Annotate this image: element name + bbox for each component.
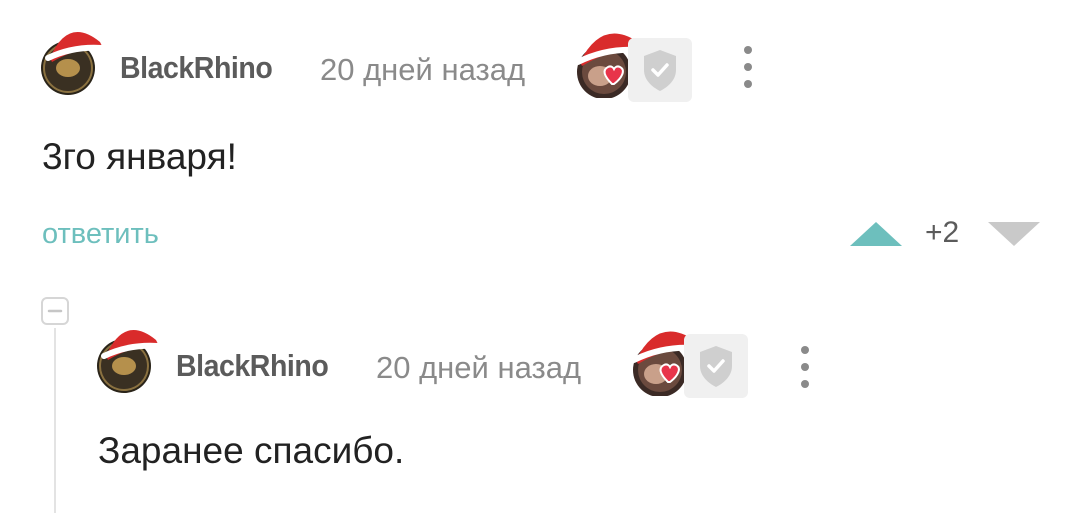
author-avatar[interactable] [94,316,174,396]
shield-check-icon[interactable] [684,334,748,398]
triangle-up-icon[interactable] [848,220,904,248]
reply-button[interactable]: ответить [42,218,159,251]
rating-value: +2 [925,216,960,249]
author-name[interactable]: BlackRhino [176,348,329,384]
comment-timestamp: 20 дней назад [320,52,526,87]
minus-square-icon[interactable] [40,296,70,326]
comment-text: Заранее спасибо. [98,430,405,471]
thread-line[interactable] [54,328,56,513]
author-name[interactable]: BlackRhino [120,50,273,86]
kebab-menu-icon[interactable] [740,46,756,94]
kebab-menu-icon[interactable] [797,346,813,394]
shield-check-icon[interactable] [628,38,692,102]
triangle-down-icon[interactable] [986,220,1042,248]
comment-text: 3го января! [42,136,237,177]
comment-timestamp: 20 дней назад [376,350,582,385]
author-avatar[interactable] [38,18,118,98]
